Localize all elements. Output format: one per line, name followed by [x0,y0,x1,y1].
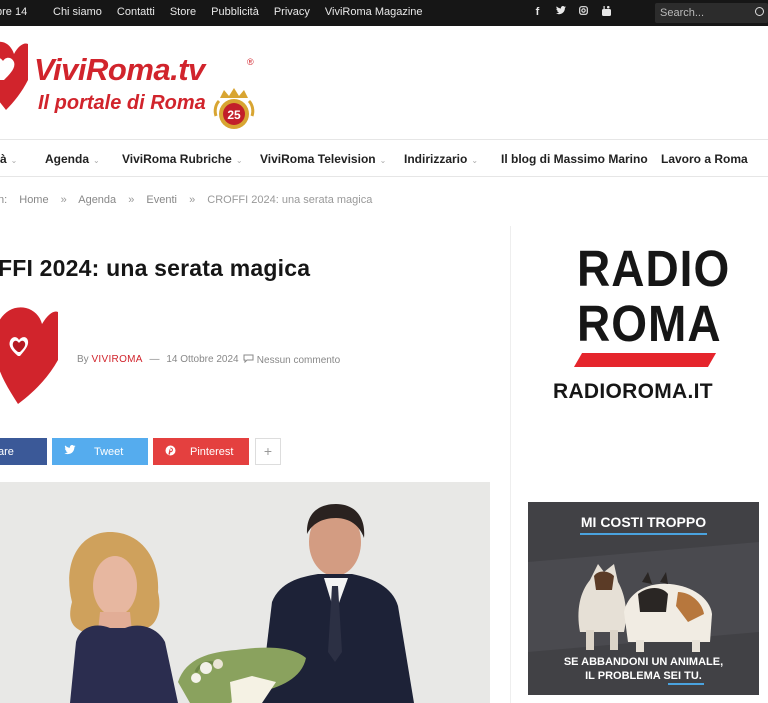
top-link-contatti[interactable]: Contatti [117,6,155,18]
anniversary-badge-icon: 25 [213,88,255,129]
top-link-chi-siamo[interactable]: Chi siamo [53,6,102,18]
breadcrumb-separator: » [60,194,67,206]
chevron-down-icon: ⌄ [471,156,479,165]
article-date: 14 Ottobre 2024 [166,354,239,365]
breadcrumb-current: CROFFI 2024: una serata magica [207,194,373,206]
top-link-store[interactable]: Store [170,6,196,18]
twitter-icon [64,445,76,458]
top-link-magazine[interactable]: ViviRoma Magazine [325,6,423,18]
breadcrumb: n: Home » Agenda » Eventi » CROFFI 2024:… [0,194,381,206]
facebook-icon[interactable]: f [533,6,542,19]
radio-site-url: RADIOROMA.IT [553,380,713,403]
nav-item-attualita[interactable]: tà⌄ [0,152,17,166]
heart-logo-icon [0,41,28,110]
breadcrumb-home[interactable]: Home [19,194,48,206]
share-more-button[interactable]: + [255,438,281,465]
top-link-pubblicita[interactable]: Pubblicità [211,6,259,18]
nav-item-indirizzario[interactable]: Indirizzario ⌄ [404,152,478,166]
nav-item-rubriche[interactable]: ViviRoma Rubriche ⌄ [122,152,243,166]
top-bar: bre 14 Chi siamo Contatti Store Pubblici… [0,0,768,26]
author-link[interactable]: ViviRoma [91,354,142,365]
chevron-down-icon: ⌄ [93,156,100,165]
breadcrumb-eventi[interactable]: Eventi [146,194,177,206]
chevron-down-icon: ⌄ [10,156,18,165]
top-date: bre 14 [0,6,28,18]
radio-logo-redbar [573,353,717,367]
pinterest-icon [165,445,176,459]
article-title: FFI 2024: una serata magica [0,255,311,281]
banner-line1: SE ABBANDONI UN ANIMALE, [563,656,724,668]
breadcrumb-separator: » [128,194,135,206]
top-links: Chi siamo Contatti Store Pubblicità Priv… [53,6,438,18]
social-links: f [533,6,611,19]
breadcrumb-prefix: n: [0,194,8,206]
banner-line2: IL PROBLEMA SEI TU. [585,670,702,682]
chevron-down-icon: ⌄ [379,156,387,165]
site-logo[interactable]: ViviRoma.tv ® Il portale di Roma 25 [0,30,270,135]
chevron-down-icon: ⌄ [235,156,243,165]
article-meta: By ViviRoma — 14 Ottobre 2024 Nessun com… [77,354,340,366]
radio-logo-line2: ROMA [577,295,722,353]
search-input[interactable] [655,3,755,23]
campaign-banner[interactable]: MI COSTI TROPPO SE ABBANDONI UN ANIMALE,… [528,502,759,695]
banner-underline2 [668,683,704,685]
author-avatar[interactable] [0,302,64,414]
nav-item-agenda[interactable]: Agenda ⌄ [45,152,100,166]
comments-link[interactable]: Nessun commento [243,354,340,366]
top-link-privacy[interactable]: Privacy [274,6,310,18]
registered-mark: ® [247,57,254,67]
youtube-icon[interactable] [602,6,611,19]
share-facebook-button[interactable]: are [0,438,47,465]
article-featured-image [0,482,490,703]
breadcrumb-separator: » [189,194,196,206]
search-icon[interactable] [755,7,764,16]
nav-item-television[interactable]: ViviRoma Television ⌄ [260,152,386,166]
share-pinterest-button[interactable]: Pinterest [153,438,249,465]
byline-label: By [77,354,89,365]
svg-text:25: 25 [227,108,241,122]
instagram-icon[interactable] [579,6,588,19]
breadcrumb-agenda[interactable]: Agenda [78,194,116,206]
banner-underline [580,533,707,535]
radio-roma-ad[interactable]: RADIO ROMA RADIOROMA.IT [550,240,740,410]
banner-headline: MI COSTI TROPPO [580,514,707,530]
logo-brand: ViviRoma.tv [34,52,205,87]
radio-logo-line1: RADIO [577,240,731,298]
nav-item-lavoro[interactable]: Lavoro a Roma [661,152,748,166]
sidebar-divider [510,226,511,703]
share-twitter-button[interactable]: Tweet [52,438,148,465]
main-nav: tà⌄ Agenda⌄ ViviRoma Rubriche⌄ ViviRoma … [0,139,768,177]
meta-dash: — [149,354,160,365]
twitter-icon[interactable] [556,6,566,19]
search-box [655,3,768,23]
logo-tagline: Il portale di Roma [38,92,206,114]
comment-icon [243,354,257,366]
nav-item-blog[interactable]: Il blog di Massimo Marino [501,152,648,166]
